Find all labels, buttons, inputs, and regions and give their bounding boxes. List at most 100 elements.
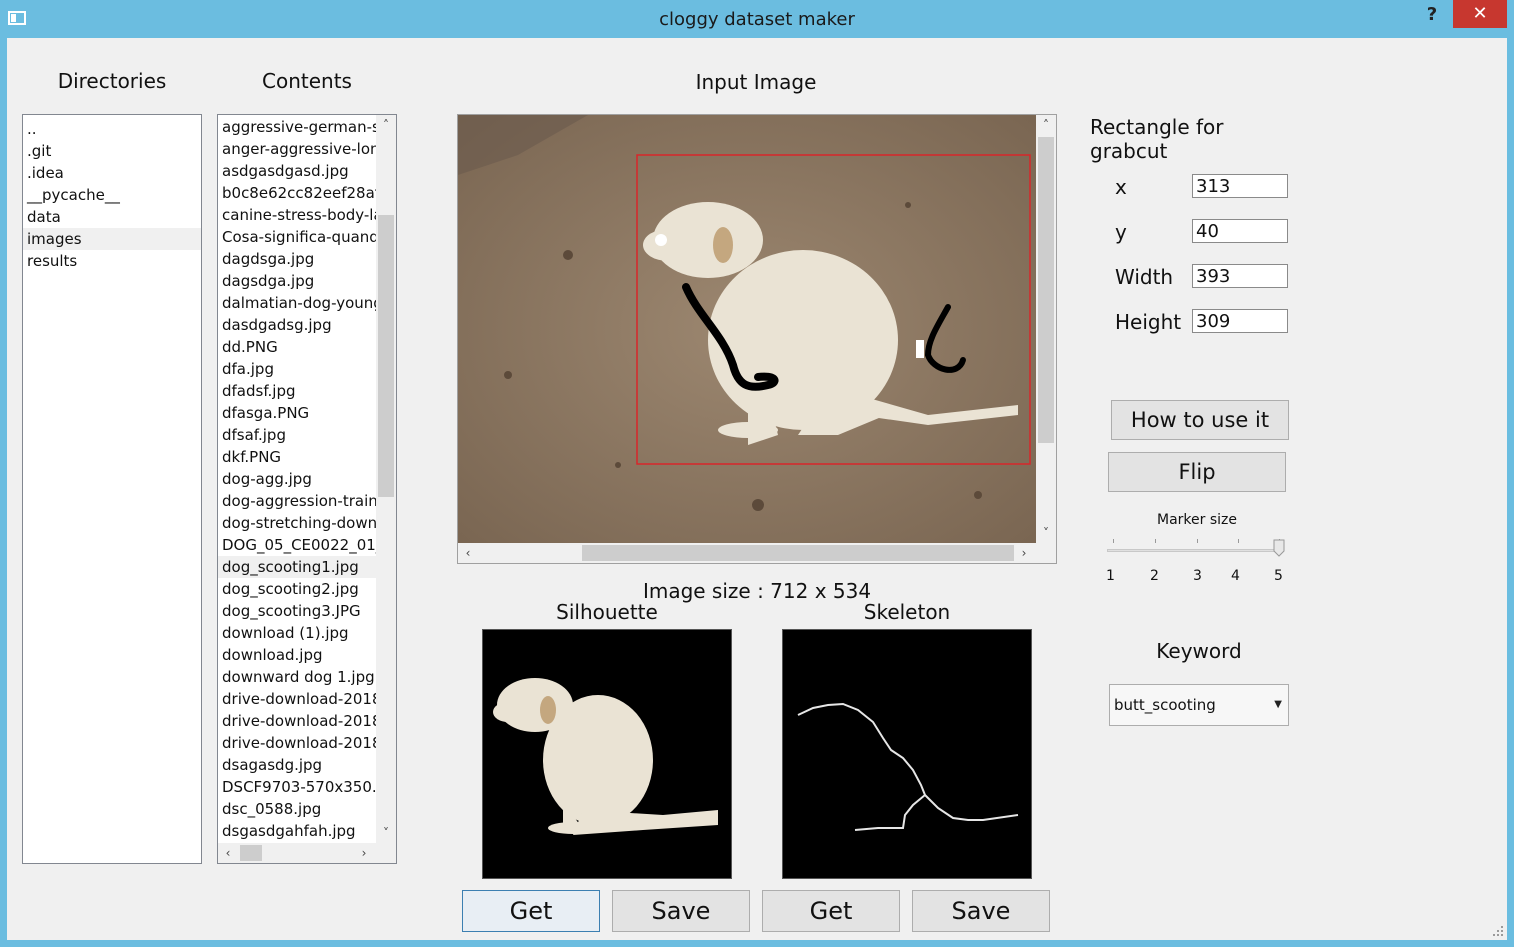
file-item[interactable]: anger-aggressive-long (218, 138, 376, 160)
file-item[interactable]: dog-aggression-trainir (218, 490, 376, 512)
chevron-left-icon[interactable]: ‹ (218, 843, 238, 863)
tick-label: 1 (1106, 568, 1115, 584)
tick-label: 3 (1193, 568, 1202, 584)
window-title: cloggy dataset maker (659, 9, 855, 30)
file-item[interactable]: canine-stress-body-lan (218, 204, 376, 226)
skeleton-get-button[interactable]: Get (762, 890, 900, 932)
file-item[interactable]: DOG_05_CE0022_01_P. (218, 534, 376, 556)
resize-grip-icon[interactable] (1493, 926, 1503, 936)
chevron-left-icon[interactable]: ‹ (458, 543, 478, 563)
file-item[interactable]: downward dog 1.jpg (218, 666, 376, 688)
file-item[interactable]: dog_scooting1.jpg (218, 556, 376, 578)
file-item[interactable]: dsagasdg.jpg (218, 754, 376, 776)
y-label: y (1115, 220, 1127, 244)
width-field[interactable] (1192, 264, 1288, 288)
contents-list[interactable]: aggressive-german-sheanger-aggressive-lo… (217, 114, 397, 864)
y-field[interactable] (1192, 219, 1288, 243)
file-item[interactable]: dog-stretching-down.j (218, 512, 376, 534)
file-item[interactable]: dsgasdgahfah.jpg (218, 820, 376, 842)
tick-label: 5 (1274, 568, 1283, 584)
file-item[interactable]: download.jpg (218, 644, 376, 666)
file-item[interactable]: dkf.PNG (218, 446, 376, 468)
input-image-heading: Input Image (695, 70, 817, 94)
directory-item[interactable]: __pycache__ (23, 184, 201, 206)
file-item[interactable]: download (1).jpg (218, 622, 376, 644)
file-item[interactable]: dsc_0588.jpg (218, 798, 376, 820)
skeleton-save-button[interactable]: Save (912, 890, 1050, 932)
grabcut-heading: Rectangle for grabcut (1090, 115, 1224, 163)
file-item[interactable]: dog-agg.jpg (218, 468, 376, 490)
contents-horizontal-scrollbar[interactable]: ‹ › (218, 843, 376, 863)
file-item[interactable]: dalmatian-dog-young- (218, 292, 376, 314)
scrollbar-thumb[interactable] (1038, 137, 1054, 443)
directory-item[interactable]: .git (23, 140, 201, 162)
chevron-right-icon[interactable]: › (1014, 543, 1034, 563)
image-horizontal-scrollbar[interactable]: ‹ › (458, 543, 1036, 563)
title-bar: cloggy dataset maker ? ✕ (0, 0, 1514, 38)
how-to-use-button[interactable]: How to use it (1111, 400, 1289, 440)
dog-photo (458, 115, 1036, 543)
close-button[interactable]: ✕ (1453, 0, 1507, 28)
marker-size-slider[interactable] (1107, 549, 1283, 552)
contents-vertical-scrollbar[interactable]: ˄ ˅ (376, 115, 396, 843)
silhouette-save-button[interactable]: Save (612, 890, 750, 932)
skeleton-caption: Skeleton (863, 600, 951, 624)
slider-handle[interactable] (1273, 539, 1285, 557)
file-item[interactable]: dfasga.PNG (218, 402, 376, 424)
file-item[interactable]: dog_scooting3.JPG (218, 600, 376, 622)
slider-tick (1155, 539, 1156, 543)
file-item[interactable]: DSCF9703-570x350.jpg (218, 776, 376, 798)
directory-item[interactable]: .idea (23, 162, 201, 184)
input-image-viewport[interactable]: ˄ ˅ ‹ › (457, 114, 1057, 564)
image-vertical-scrollbar[interactable]: ˄ ˅ (1036, 115, 1056, 543)
file-item[interactable]: dfadsf.jpg (218, 380, 376, 402)
scrollbar-thumb[interactable] (240, 845, 262, 861)
contents-heading: Contents (262, 69, 352, 93)
file-item[interactable]: asdgasdgasd.jpg (218, 160, 376, 182)
file-item[interactable]: dd.PNG (218, 336, 376, 358)
scroll-corner (376, 843, 396, 863)
caret-down-icon: ▼ (1274, 699, 1282, 710)
directories-list[interactable]: .. .git .idea __pycache__ data images results (22, 114, 202, 864)
directory-item[interactable]: data (23, 206, 201, 228)
file-item[interactable]: drive-download-20180 (218, 732, 376, 754)
file-item[interactable]: aggressive-german-she (218, 116, 376, 138)
file-item[interactable]: dfa.jpg (218, 358, 376, 380)
scrollbar-thumb[interactable] (378, 215, 394, 497)
height-label: Height (1115, 310, 1182, 334)
chevron-up-icon[interactable]: ˄ (1036, 115, 1056, 135)
width-label: Width (1115, 265, 1174, 289)
file-item[interactable]: dagsdga.jpg (218, 270, 376, 292)
height-field[interactable] (1192, 309, 1288, 333)
help-button[interactable]: ? (1420, 4, 1444, 28)
directory-item[interactable]: .. (23, 118, 201, 140)
flip-button[interactable]: Flip (1108, 452, 1286, 492)
dog-silhouette (493, 678, 718, 835)
file-item[interactable]: dfsaf.jpg (218, 424, 376, 446)
chevron-right-icon[interactable]: › (354, 843, 374, 863)
scrollbar-thumb[interactable] (582, 545, 1014, 561)
file-item[interactable]: drive-download-20180 (218, 688, 376, 710)
silhouette-get-button[interactable]: Get (462, 890, 600, 932)
file-item[interactable]: b0c8e62cc82eef28af52 (218, 182, 376, 204)
input-image[interactable] (458, 115, 1036, 543)
file-item[interactable]: dagdsga.jpg (218, 248, 376, 270)
directory-item[interactable]: results (23, 250, 201, 272)
chevron-down-icon[interactable]: ˅ (376, 823, 396, 843)
file-item[interactable]: dog_scooting2.jpg (218, 578, 376, 600)
keyword-dropdown[interactable]: butt_scooting ▼ (1109, 684, 1289, 726)
file-item[interactable]: dasdgadsg.jpg (218, 314, 376, 336)
main-window: Directories .. .git .idea __pycache__ data im… (7, 38, 1507, 940)
tick-label: 2 (1150, 568, 1159, 584)
dog-skeleton (797, 702, 1019, 831)
marker-size-label: Marker size (1157, 512, 1237, 528)
chevron-up-icon[interactable]: ˄ (376, 115, 396, 135)
file-item[interactable]: Cosa-significa-quando (218, 226, 376, 248)
skeleton-image (782, 629, 1032, 879)
chevron-down-icon[interactable]: ˅ (1036, 523, 1056, 543)
file-item[interactable]: drive-download-20180 (218, 710, 376, 732)
directory-item[interactable]: images (23, 228, 201, 250)
x-field[interactable] (1192, 174, 1288, 198)
silhouette-image (482, 629, 732, 879)
slider-tick (1197, 539, 1198, 543)
